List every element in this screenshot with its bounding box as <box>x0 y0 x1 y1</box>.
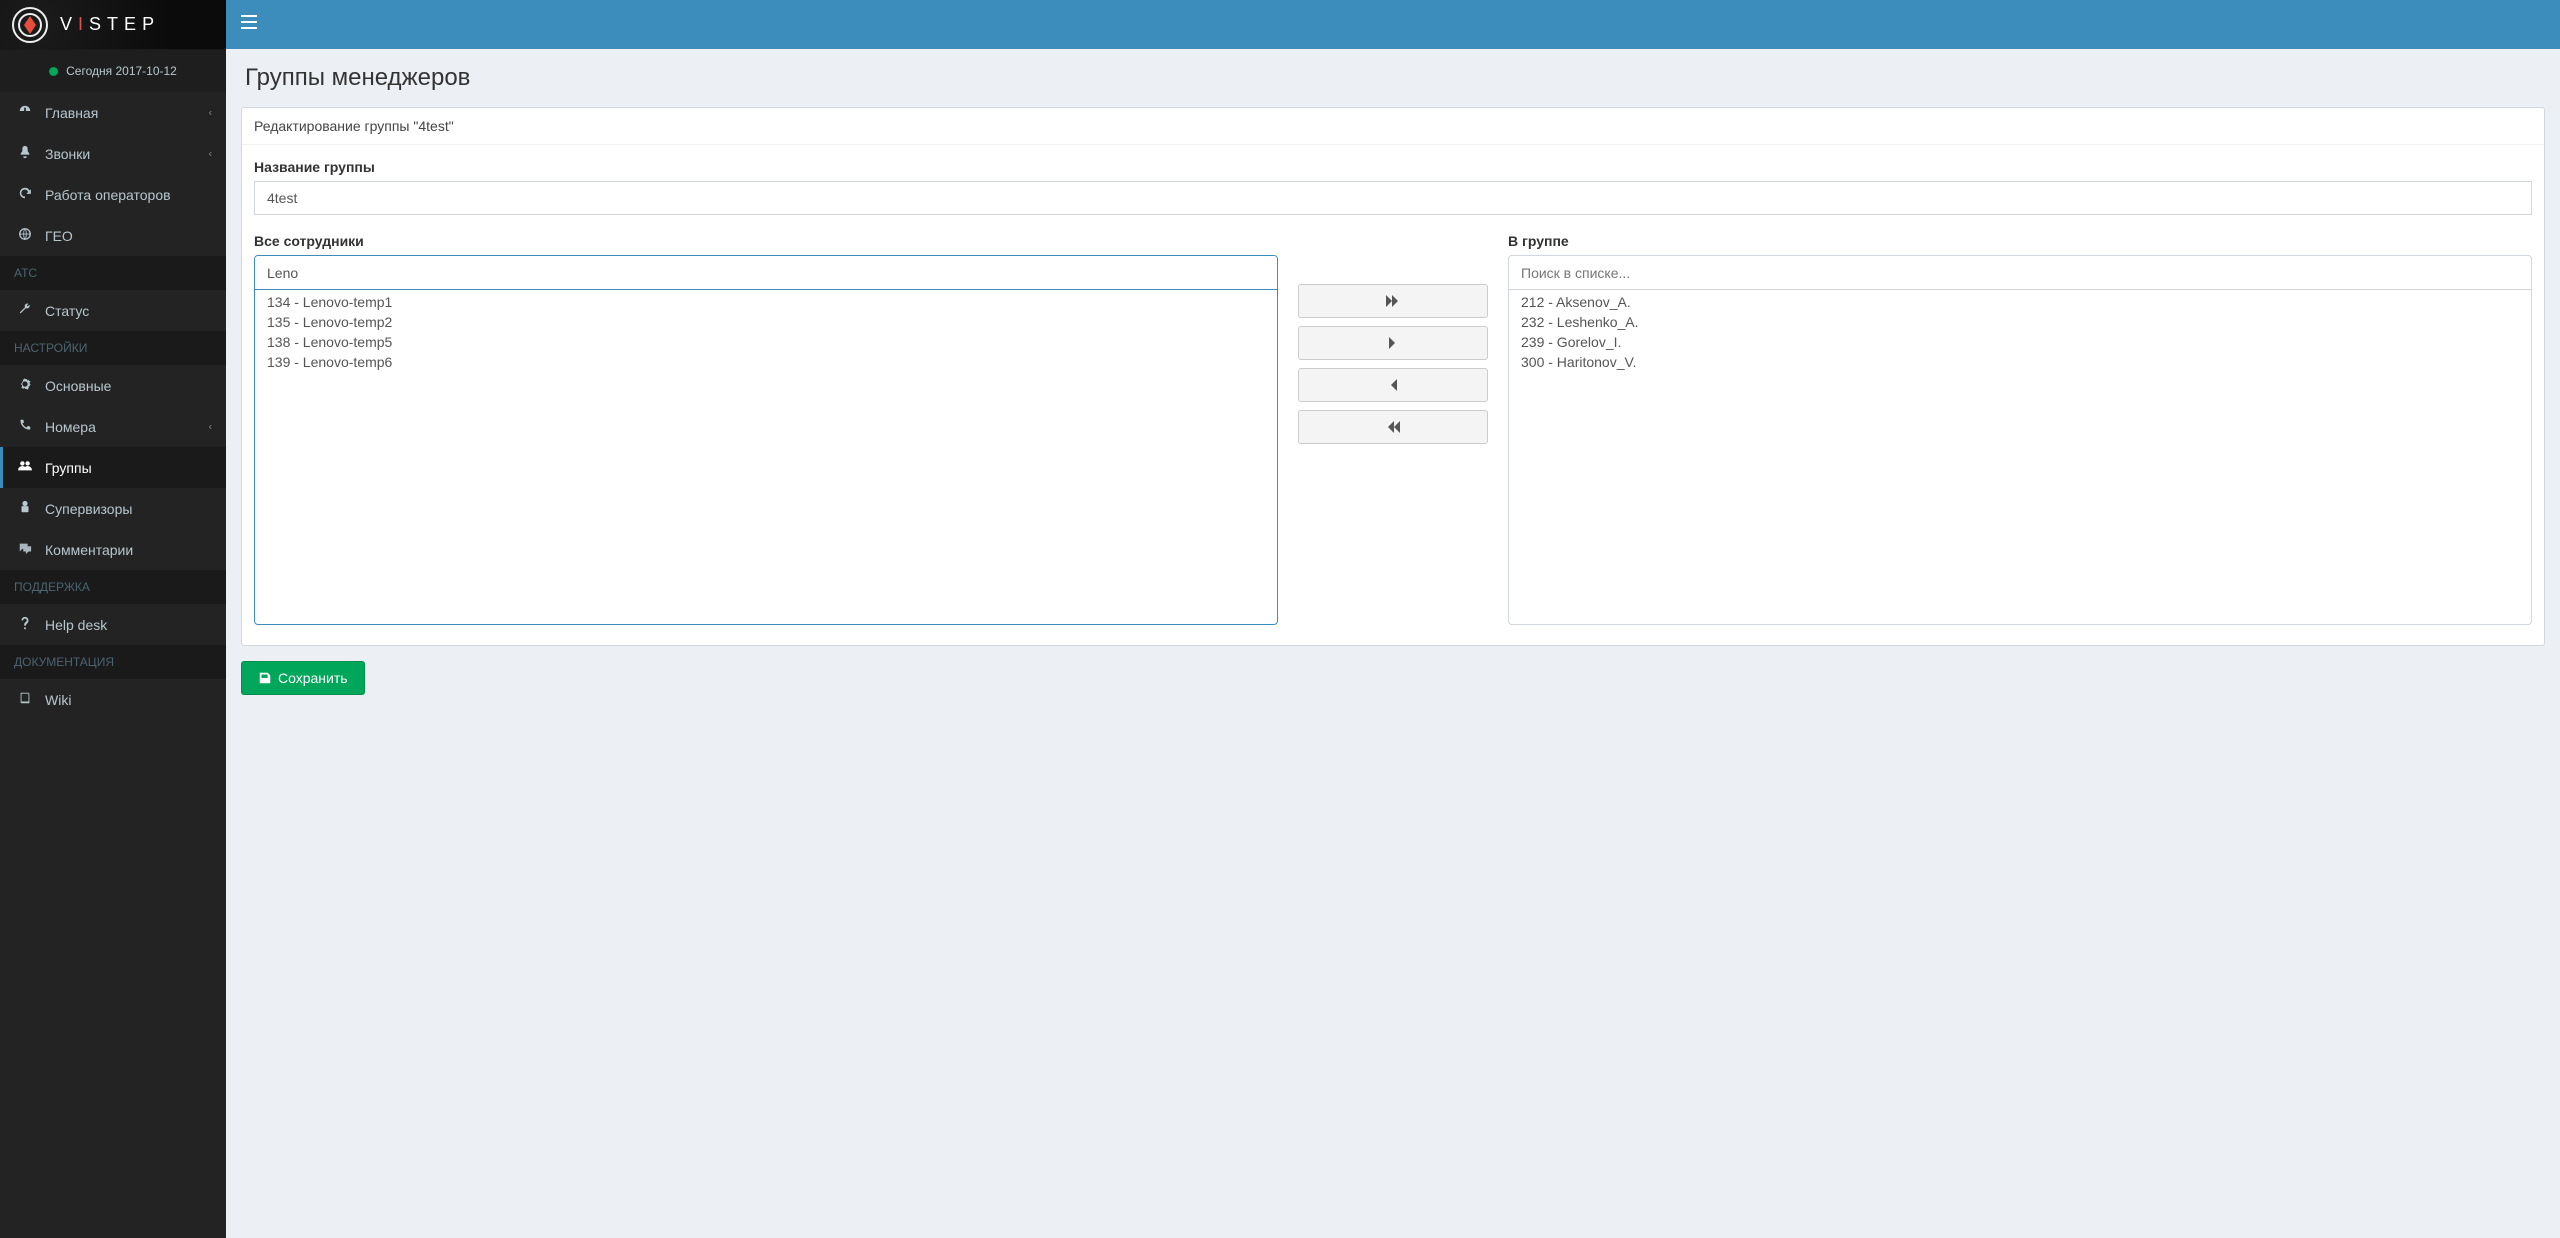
sidebar-item-numbers[interactable]: Номера ‹ <box>0 406 226 447</box>
move-all-right-button[interactable] <box>1298 284 1488 318</box>
cog-icon <box>17 377 33 394</box>
in-group-label: В группе <box>1508 233 2532 249</box>
group-name-label: Название группы <box>254 159 2532 175</box>
topbar <box>226 0 2560 49</box>
sidebar-item-geo[interactable]: ГЕО <box>0 215 226 256</box>
sidebar-item-label: Работа операторов <box>45 187 171 203</box>
wrench-icon <box>17 302 33 319</box>
sidebar-item-label: Супервизоры <box>45 501 132 517</box>
save-icon <box>258 671 272 685</box>
edit-group-box: Редактирование группы "4test" Название г… <box>241 107 2545 646</box>
chevron-right-icon <box>1388 337 1398 349</box>
group-name-input[interactable] <box>254 181 2532 215</box>
group-members-listbox: 212 - Aksenov_A.232 - Leshenko_A.239 - G… <box>1508 255 2532 625</box>
move-all-left-button[interactable] <box>1298 410 1488 444</box>
chevron-left-icon: ‹ <box>209 421 212 432</box>
page-title: Группы менеджеров <box>245 64 2545 92</box>
list-item[interactable]: 300 - Haritonov_V. <box>1509 352 2531 372</box>
all-employees-search-input[interactable] <box>255 256 1277 290</box>
sidebar-item-basic[interactable]: Основные <box>0 365 226 406</box>
sidebar-item-label: Help desk <box>45 617 107 633</box>
sidebar-item-label: ГЕО <box>45 228 73 244</box>
all-employees-list[interactable]: 134 - Lenovo-temp1135 - Lenovo-temp2138 … <box>255 290 1277 624</box>
sidebar-item-label: Статус <box>45 303 89 319</box>
sidebar-item-supervisors[interactable]: Супервизоры <box>0 488 226 529</box>
list-item[interactable]: 134 - Lenovo-temp1 <box>255 292 1277 312</box>
refresh-icon <box>17 186 33 203</box>
sidebar-toggle-button[interactable] <box>241 15 257 34</box>
fast-backward-icon <box>1386 421 1400 433</box>
phone-icon <box>17 418 33 435</box>
sidebar-section-settings: НАСТРОЙКИ <box>0 331 226 365</box>
sidebar-item-groups[interactable]: Группы <box>0 447 226 488</box>
users-icon <box>17 459 33 476</box>
list-item[interactable]: 138 - Lenovo-temp5 <box>255 332 1277 352</box>
list-item[interactable]: 239 - Gorelov_I. <box>1509 332 2531 352</box>
move-right-button[interactable] <box>1298 326 1488 360</box>
sidebar-item-status[interactable]: Статус <box>0 290 226 331</box>
sidebar-section-support: ПОДДЕРЖКА <box>0 570 226 604</box>
bell-icon <box>17 145 33 162</box>
list-item[interactable]: 212 - Aksenov_A. <box>1509 292 2531 312</box>
sidebar-item-label: Комментарии <box>45 542 133 558</box>
sidebar-item-helpdesk[interactable]: Help desk <box>0 604 226 645</box>
sidebar-item-operators[interactable]: Работа операторов <box>0 174 226 215</box>
chevron-left-icon <box>1388 379 1398 391</box>
sidebar-item-comments[interactable]: Комментарии <box>0 529 226 570</box>
android-icon <box>17 500 33 517</box>
sidebar-section-atc: АТС <box>0 256 226 290</box>
group-members-search-input[interactable] <box>1509 256 2531 290</box>
brand-mark-icon <box>10 5 50 45</box>
move-left-button[interactable] <box>1298 368 1488 402</box>
group-members-list[interactable]: 212 - Aksenov_A.232 - Leshenko_A.239 - G… <box>1509 290 2531 624</box>
sidebar-item-label: Wiki <box>45 692 71 708</box>
sidebar-section-docs: ДОКУМЕНТАЦИЯ <box>0 645 226 679</box>
sidebar-item-label: Номера <box>45 419 96 435</box>
status-dot-icon <box>49 67 58 76</box>
all-employees-label: Все сотрудники <box>254 233 1278 249</box>
chevron-left-icon: ‹ <box>209 148 212 159</box>
save-button-label: Сохранить <box>278 670 348 686</box>
sidebar-item-label: Звонки <box>45 146 90 162</box>
book-icon <box>17 691 33 708</box>
globe-icon <box>17 227 33 244</box>
list-item[interactable]: 135 - Lenovo-temp2 <box>255 312 1277 332</box>
sidebar-item-main[interactable]: Главная ‹ <box>0 92 226 133</box>
sidebar-item-label: Основные <box>45 378 111 394</box>
brand-logo[interactable]: VISTEP <box>0 0 226 50</box>
fast-forward-icon <box>1386 295 1400 307</box>
sidebar-item-label: Группы <box>45 460 92 476</box>
dashboard-icon <box>17 104 33 121</box>
all-employees-listbox: 134 - Lenovo-temp1135 - Lenovo-temp2138 … <box>254 255 1278 625</box>
save-button[interactable]: Сохранить <box>241 661 365 695</box>
sidebar-item-calls[interactable]: Звонки ‹ <box>0 133 226 174</box>
sidebar: VISTEP Сегодня 2017-10-12 Главная ‹ Звон… <box>0 0 226 1238</box>
comments-icon <box>17 541 33 558</box>
date-text: Сегодня 2017-10-12 <box>66 64 177 78</box>
brand-text: VISTEP <box>60 14 160 35</box>
chevron-left-icon: ‹ <box>209 107 212 118</box>
hamburger-icon <box>241 15 257 29</box>
box-title: Редактирование группы "4test" <box>242 108 2544 145</box>
list-item[interactable]: 139 - Lenovo-temp6 <box>255 352 1277 372</box>
question-icon <box>17 616 33 633</box>
date-badge: Сегодня 2017-10-12 <box>0 50 226 92</box>
sidebar-item-label: Главная <box>45 105 98 121</box>
list-item[interactable]: 232 - Leshenko_A. <box>1509 312 2531 332</box>
sidebar-item-wiki[interactable]: Wiki <box>0 679 226 720</box>
